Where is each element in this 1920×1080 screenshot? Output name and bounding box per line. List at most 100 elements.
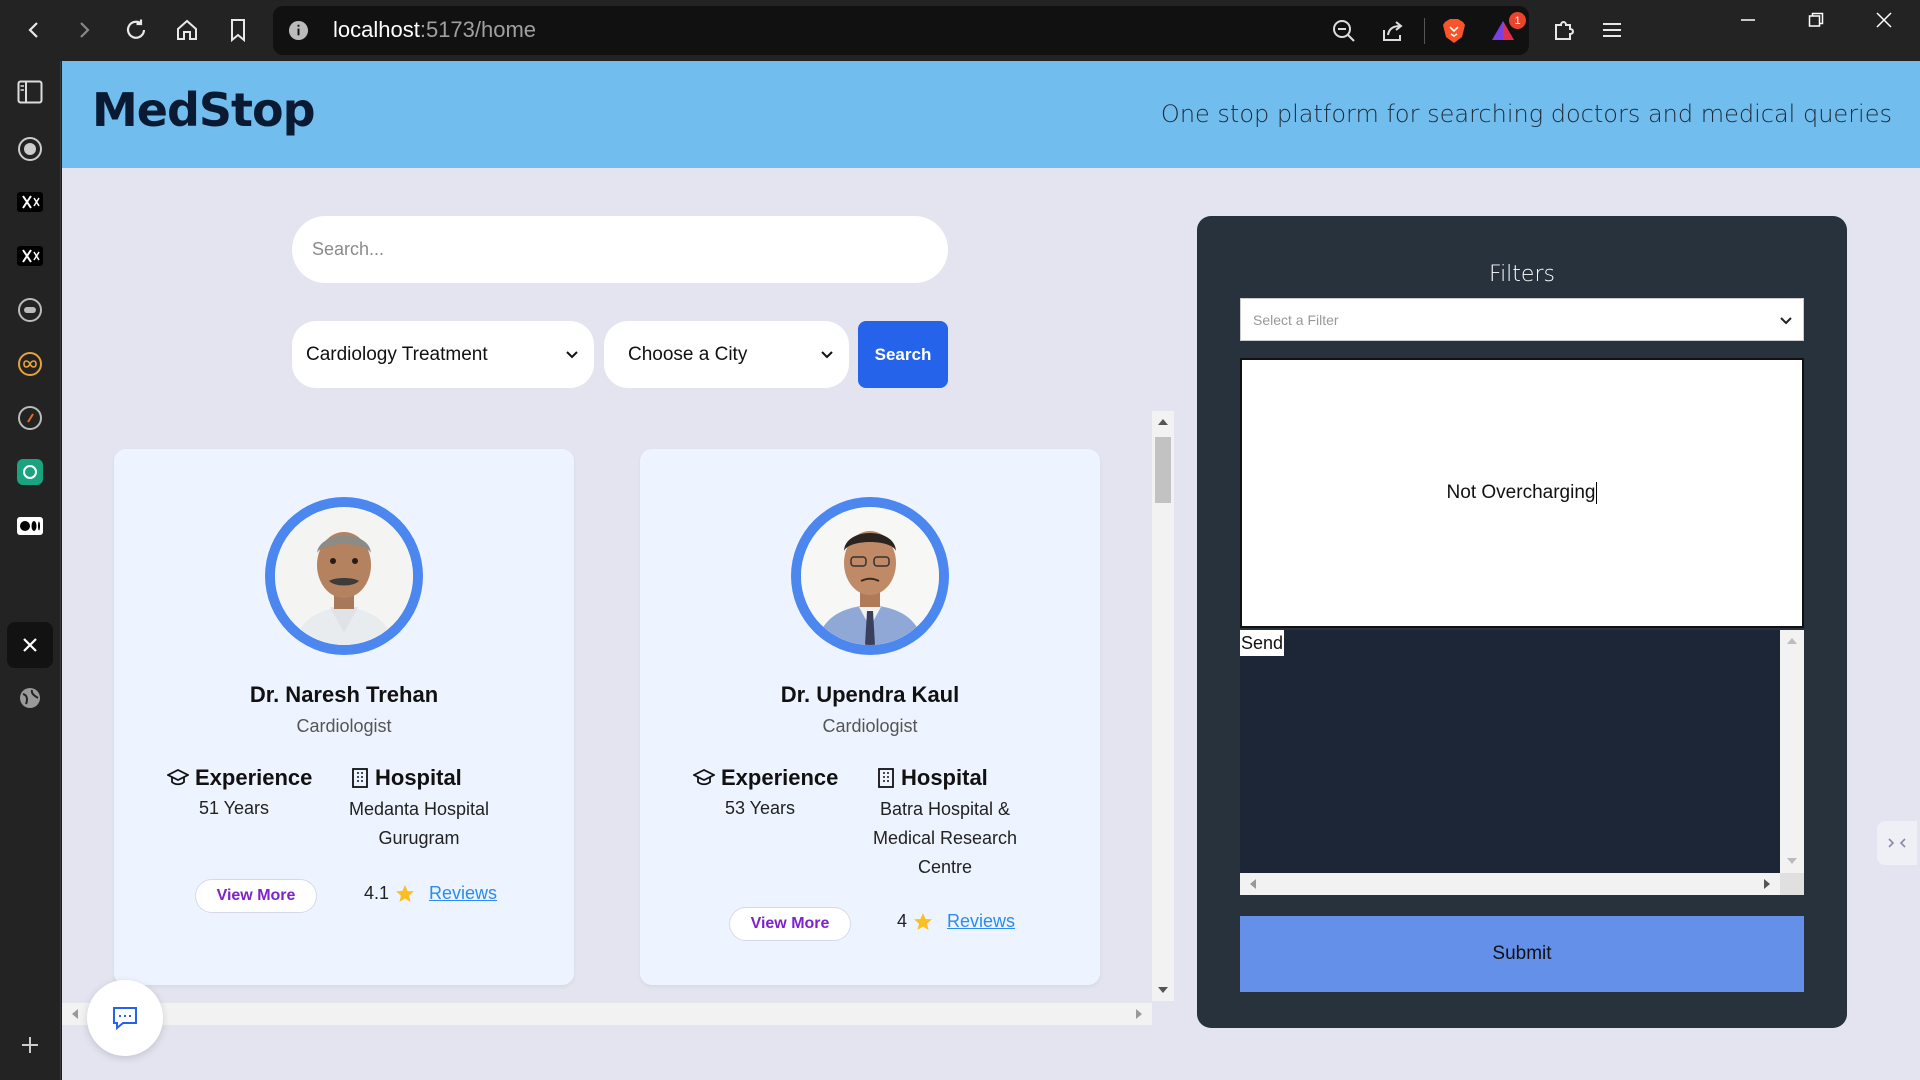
sidebar-item-x-app-1[interactable]: [14, 186, 46, 218]
hospital-value: Medanta Hospital Gurugram: [334, 795, 504, 853]
browser-toolbar: localhost:5173/home 1: [0, 0, 1920, 61]
rating-value: 4.1: [364, 883, 390, 903]
github-icon: [18, 137, 42, 161]
doctor-rating: 4.1 Reviews: [364, 883, 497, 904]
hamburger-icon: [1603, 23, 1621, 37]
star-icon: [914, 912, 933, 930]
minimize-icon: [1741, 19, 1755, 21]
share-button[interactable]: [1380, 18, 1406, 44]
doctor-rating: 4 Reviews: [897, 911, 1015, 932]
reload-button[interactable]: [118, 12, 154, 48]
response-area[interactable]: Send: [1240, 630, 1780, 873]
hospital-heading: Hospital: [877, 765, 988, 791]
chat-bubble-icon: [18, 298, 42, 322]
bookmark-button[interactable]: [220, 12, 256, 48]
sidebar-item-medium[interactable]: [14, 510, 46, 542]
compass-icon: [18, 406, 42, 430]
response-vertical-scrollbar[interactable]: [1780, 630, 1804, 873]
app-header: MedStop One stop platform for searching …: [62, 61, 1920, 168]
doctor-name: Dr. Naresh Trehan: [249, 682, 439, 707]
chatgpt-icon: [17, 459, 43, 485]
url-path: :5173/home: [419, 17, 537, 42]
search-input[interactable]: [292, 216, 948, 283]
scroll-right-arrow-icon[interactable]: [1764, 879, 1772, 889]
treatment-select[interactable]: Cardiology Treatment: [292, 321, 594, 388]
doctor-avatar: [801, 507, 939, 645]
side-widget-button[interactable]: [1877, 821, 1917, 865]
hospital-label: Hospital: [375, 765, 462, 790]
share-icon: [1383, 21, 1403, 41]
scrollbar-thumb[interactable]: [1155, 437, 1171, 503]
send-button[interactable]: Send: [1240, 630, 1285, 656]
hospital-line: Centre: [917, 857, 973, 877]
doctor-list[interactable]: Dr. Naresh Trehan Cardiologist Experienc…: [112, 411, 1192, 1027]
search-button[interactable]: Search: [858, 321, 948, 388]
restore-icon: [1808, 12, 1824, 27]
scroll-down-arrow-icon[interactable]: [1158, 987, 1168, 995]
url-host: localhost: [333, 17, 420, 42]
sidebar-item-app-6[interactable]: [14, 348, 46, 380]
filter-select[interactable]: Select a Filter: [1240, 298, 1804, 341]
building-icon: [878, 768, 894, 788]
extensions-button[interactable]: [1546, 12, 1582, 48]
x-logo-icon: [17, 192, 43, 212]
chat-button[interactable]: [87, 980, 163, 1056]
menu-button[interactable]: [1594, 12, 1630, 48]
x-logo-icon: [17, 246, 43, 266]
brave-lion-icon: [1443, 19, 1465, 43]
chat-icon: [113, 1007, 137, 1031]
plus-icon: [22, 1037, 38, 1053]
city-select[interactable]: Choose a City: [604, 321, 849, 388]
view-more-button[interactable]: View More: [729, 907, 851, 941]
reload-icon: [126, 19, 146, 39]
view-more-button[interactable]: View More: [195, 879, 317, 913]
scroll-right-arrow-icon[interactable]: [1136, 1009, 1144, 1019]
doctor-photo-upendra-kaul: [801, 507, 939, 645]
filter-query-textarea[interactable]: Not Overcharging: [1240, 358, 1804, 628]
reviews-link[interactable]: Reviews: [429, 883, 497, 904]
sidebar-item-x-active[interactable]: [7, 622, 53, 668]
scroll-up-arrow-icon[interactable]: [1787, 636, 1797, 644]
filter-query-text: Not Overcharging: [1446, 482, 1596, 503]
scroll-left-arrow-icon[interactable]: [70, 1009, 78, 1019]
minimize-button[interactable]: [1728, 8, 1768, 32]
zoom-button[interactable]: [1331, 18, 1357, 44]
doctor-list-horizontal-scrollbar[interactable]: [62, 1003, 1152, 1025]
experience-label: Experience: [721, 765, 839, 790]
scroll-down-arrow-icon[interactable]: [1787, 858, 1797, 866]
sidebar-item-x-app-2[interactable]: [14, 240, 46, 272]
address-bar[interactable]: localhost:5173/home: [273, 6, 1529, 55]
forward-icon: [80, 22, 90, 38]
page: MedStop One stop platform for searching …: [62, 61, 1920, 1080]
sidebar-item-app-7[interactable]: [14, 402, 46, 434]
forward-button[interactable]: [66, 12, 102, 48]
back-button[interactable]: [16, 12, 52, 48]
home-button[interactable]: [169, 12, 205, 48]
info-icon[interactable]: [288, 20, 309, 41]
doctor-photo-naresh-trehan: [275, 507, 413, 645]
brave-shields-button[interactable]: [1441, 18, 1467, 44]
infinity-icon: [18, 352, 42, 376]
submit-button[interactable]: Submit: [1240, 916, 1804, 992]
sidebar-toggle-button[interactable]: [14, 76, 46, 108]
restore-button[interactable]: [1796, 8, 1836, 32]
experience-heading: Experience: [693, 765, 838, 791]
scroll-left-arrow-icon[interactable]: [1248, 879, 1256, 889]
filter-select-placeholder: Select a Filter: [1253, 311, 1339, 328]
sidebar-item-app-5[interactable]: [14, 294, 46, 326]
rewards-notification-badge: 1: [1509, 12, 1526, 29]
app-logo[interactable]: MedStop: [92, 83, 316, 137]
hospital-line: Gurugram: [378, 828, 460, 848]
reviews-link[interactable]: Reviews: [947, 911, 1015, 932]
doctor-list-vertical-scrollbar[interactable]: [1152, 411, 1174, 1001]
sidebar-item-chatgpt[interactable]: [14, 456, 46, 488]
puzzle-icon: [1555, 21, 1574, 40]
sidebar-add-button[interactable]: [14, 1029, 46, 1061]
hospital-line: Medical Research: [872, 828, 1018, 848]
sidebar-item-web[interactable]: [14, 682, 46, 714]
scroll-up-arrow-icon[interactable]: [1158, 417, 1168, 425]
doctor-avatar-ring: [791, 497, 949, 655]
sidebar-item-github[interactable]: [14, 133, 46, 165]
close-window-button[interactable]: [1864, 8, 1904, 32]
response-horizontal-scrollbar[interactable]: [1240, 873, 1780, 895]
